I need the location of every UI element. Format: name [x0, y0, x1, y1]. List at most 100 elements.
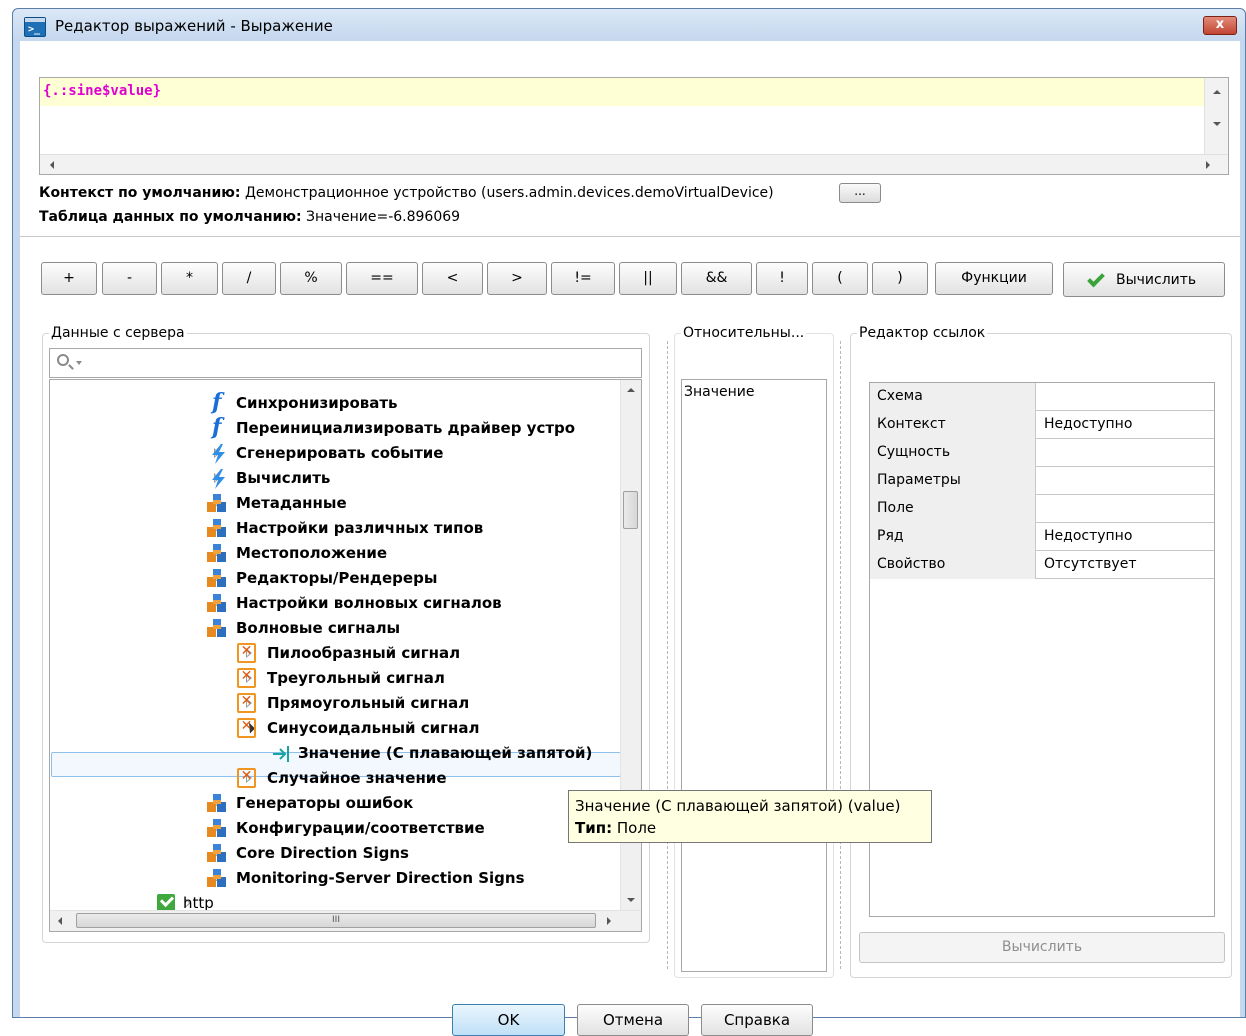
- tree-row[interactable]: ✕ Случайное значение: [50, 766, 620, 790]
- tree-item-label: Синхронизировать: [236, 394, 398, 412]
- tree-item-label: Конфигурации/соответствие: [236, 819, 485, 837]
- tree-row[interactable]: Редакторы/Рендереры: [50, 566, 620, 590]
- reference-value[interactable]: [1037, 495, 1214, 523]
- tree-row[interactable]: f Переинициализировать драйвер устро: [50, 416, 620, 440]
- operator-or-button[interactable]: ||: [619, 262, 677, 295]
- functions-button[interactable]: Функции: [935, 262, 1053, 295]
- window-title: Редактор выражений - Выражение: [55, 17, 333, 35]
- splitter-right[interactable]: [840, 341, 841, 969]
- scroll-right-icon[interactable]: [607, 917, 611, 925]
- tree-row[interactable]: f Синхронизировать: [50, 391, 620, 415]
- tree-item-label: Настройки различных типов: [236, 519, 484, 537]
- tree-search-input[interactable]: [49, 348, 642, 378]
- tree-row[interactable]: Метаданные: [50, 491, 620, 515]
- tree-item-label: Случайное значение: [267, 769, 447, 787]
- reference-value[interactable]: Недоступно: [1037, 523, 1214, 551]
- tree-item-label: Monitoring-Server Direction Signs: [236, 869, 525, 887]
- tree-row[interactable]: ✕ Синусоидальный сигнал: [50, 716, 620, 740]
- server-data-title: Данные с сервера: [49, 325, 187, 341]
- tree-row[interactable]: Monitoring-Server Direction Signs: [50, 866, 620, 890]
- tooltip-type-line: Тип: Поле: [575, 817, 925, 839]
- tree-scroll-thumb[interactable]: [623, 491, 638, 529]
- tree-row[interactable]: Core Direction Signs: [50, 841, 620, 865]
- scroll-right-icon[interactable]: [1206, 161, 1210, 169]
- expression-horizontal-scrollbar[interactable]: [40, 154, 1228, 174]
- table-row[interactable]: Параметры: [870, 467, 1214, 495]
- scroll-left-icon[interactable]: [50, 161, 54, 169]
- operator-multiply-button[interactable]: *: [161, 262, 218, 295]
- operator-not-button[interactable]: !: [756, 262, 808, 295]
- splitter-left[interactable]: [667, 341, 668, 969]
- scroll-down-icon[interactable]: [627, 898, 635, 902]
- search-icon: [57, 354, 69, 366]
- tree-row[interactable]: Конфигурации/соответствие: [50, 816, 620, 840]
- tree-row[interactable]: Волновые сигналы: [50, 616, 620, 640]
- tree-row[interactable]: Настройки волновых сигналов: [50, 591, 620, 615]
- evaluate-button-label: Вычислить: [1116, 272, 1197, 288]
- dialog-client: {.:sine$value} Контекст по умолчанию: Де…: [20, 41, 1240, 1036]
- tree-row[interactable]: Местоположение: [50, 541, 620, 565]
- tooltip-type-value: Поле: [616, 819, 657, 837]
- operator-divide-button[interactable]: /: [222, 262, 276, 295]
- table-row[interactable]: Контекст Недоступно: [870, 411, 1214, 439]
- expression-vertical-scrollbar[interactable]: [1204, 78, 1228, 156]
- tree-row[interactable]: Вычислить: [50, 466, 620, 490]
- tree-row[interactable]: Генераторы ошибок: [50, 791, 620, 815]
- reference-evaluate-button: Вычислить: [859, 932, 1225, 963]
- default-table-value: Значение=-6.896069: [306, 209, 461, 225]
- scroll-down-icon[interactable]: [1213, 122, 1221, 126]
- table-row[interactable]: Свойство Отсутствует: [870, 551, 1214, 579]
- tree-row[interactable]: ✕ Прямоугольный сигнал: [50, 691, 620, 715]
- tree-row[interactable]: Значение (С плавающей запятой): [50, 741, 620, 765]
- close-button[interactable]: x: [1203, 16, 1237, 35]
- default-table-label: Таблица данных по умолчанию:: [39, 209, 302, 225]
- reference-value[interactable]: Недоступно: [1037, 411, 1214, 439]
- operator-equals-button[interactable]: ==: [346, 262, 418, 295]
- help-button[interactable]: Справка: [701, 1004, 813, 1036]
- server-data-tree[interactable]: f Синхронизировать f Переинициализировать д…: [49, 379, 642, 932]
- reference-value[interactable]: [1037, 467, 1214, 495]
- group-icon: [206, 869, 226, 887]
- reference-value[interactable]: Отсутствует: [1037, 551, 1214, 579]
- tree-row[interactable]: ✕ Пилообразный сигнал: [50, 641, 620, 665]
- operator-and-button[interactable]: &&: [681, 262, 752, 295]
- evaluate-button[interactable]: Вычислить: [1063, 262, 1225, 297]
- group-icon: [206, 619, 226, 637]
- group-icon: [206, 844, 226, 862]
- operator-modulo-button[interactable]: %: [280, 262, 342, 295]
- table-row[interactable]: Поле: [870, 495, 1214, 523]
- expression-text: {.:sine$value}: [43, 83, 162, 99]
- table-row[interactable]: Ряд Недоступно: [870, 523, 1214, 551]
- operator-plus-button[interactable]: +: [41, 262, 97, 295]
- tree-item-label: Редакторы/Рендереры: [236, 569, 438, 587]
- title-bar[interactable]: >_ Редактор выражений - Выражение x: [13, 9, 1245, 41]
- expression-editor[interactable]: {.:sine$value}: [39, 77, 1229, 175]
- list-item[interactable]: Значение: [684, 384, 754, 400]
- scroll-left-icon[interactable]: [58, 917, 62, 925]
- tree-item-label: Прямоугольный сигнал: [267, 694, 470, 712]
- reference-value[interactable]: [1037, 383, 1214, 411]
- operator-close-paren-button[interactable]: ): [872, 262, 928, 295]
- cancel-button[interactable]: Отмена: [577, 1004, 689, 1036]
- browse-context-button[interactable]: ...: [839, 183, 881, 203]
- operator-greater-than-button[interactable]: >: [487, 262, 547, 295]
- tree-row[interactable]: Настройки различных типов: [50, 516, 620, 540]
- operator-less-than-button[interactable]: <: [422, 262, 483, 295]
- tooltip-title: Значение (С плавающей запятой) (value): [575, 797, 901, 815]
- table-row[interactable]: Сущность: [870, 439, 1214, 467]
- operator-not-equals-button[interactable]: !=: [551, 262, 615, 295]
- tree-row[interactable]: Сгенерировать событие: [50, 441, 620, 465]
- reference-value[interactable]: [1037, 439, 1214, 467]
- search-dropdown-icon[interactable]: [76, 361, 82, 365]
- tree-horizontal-scrollbar[interactable]: III: [50, 910, 641, 931]
- operator-minus-button[interactable]: -: [102, 262, 157, 295]
- tree-hscroll-thumb[interactable]: III: [76, 913, 596, 928]
- scroll-up-icon[interactable]: [1213, 90, 1221, 94]
- tree-item-label: Волновые сигналы: [236, 619, 401, 637]
- ok-button[interactable]: OK: [452, 1004, 565, 1036]
- relative-list[interactable]: Значение: [681, 379, 827, 972]
- table-row[interactable]: Схема: [870, 383, 1214, 411]
- tree-row[interactable]: ✕ Треугольный сигнал: [50, 666, 620, 690]
- scroll-up-icon[interactable]: [627, 388, 635, 392]
- operator-open-paren-button[interactable]: (: [812, 262, 868, 295]
